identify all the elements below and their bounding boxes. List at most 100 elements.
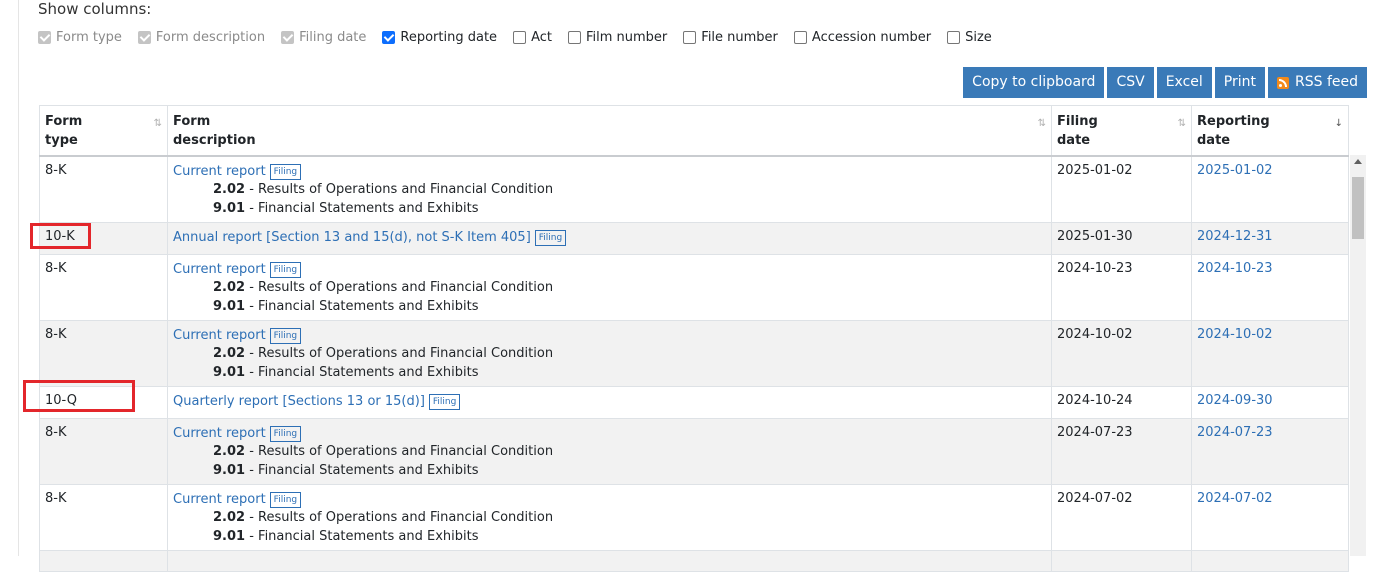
- filing-badge-link[interactable]: Filing: [269, 492, 302, 508]
- sort-icon: ⇅: [1177, 118, 1186, 129]
- toggle-label[interactable]: Reporting date: [400, 30, 497, 45]
- checkbox[interactable]: [947, 31, 961, 44]
- form-description-link[interactable]: Current report: [173, 328, 266, 343]
- rss-feed-button[interactable]: RSS feed: [1268, 67, 1367, 98]
- table-row: 8-K Current report Filing 2.02 - Results …: [39, 255, 1349, 321]
- header-text: Reporting: [1197, 114, 1270, 129]
- form-description-link[interactable]: Current report: [173, 492, 266, 507]
- reporting-date-link[interactable]: 2024-07-23: [1197, 425, 1273, 440]
- table-row-partial: [39, 551, 1349, 572]
- item-line: 2.02 - Results of Operations and Financi…: [173, 278, 1046, 297]
- filing-badge-link[interactable]: Filing: [534, 230, 567, 246]
- form-description-link[interactable]: Quarterly report [Sections 13 or 15(d)]: [173, 394, 425, 409]
- header-text: Form: [45, 114, 83, 129]
- cell-form-description: Current report Filing 2.02 - Results of O…: [167, 255, 1051, 320]
- filing-badge-link[interactable]: Filing: [269, 164, 302, 180]
- sort-desc-icon: ↓: [1334, 118, 1343, 129]
- show-columns-title: Show columns:: [38, 0, 152, 18]
- form-description-link[interactable]: Current report: [173, 164, 266, 179]
- scroll-up-icon[interactable]: [1354, 159, 1362, 164]
- copy-to-clipboard-button[interactable]: Copy to clipboard: [963, 67, 1105, 98]
- cell-filing-date: 2024-10-23: [1051, 255, 1191, 320]
- item-code: 2.02: [213, 510, 246, 525]
- checkbox[interactable]: [683, 31, 697, 44]
- cell-form-description: [167, 551, 1051, 571]
- toggle-reporting-date[interactable]: Reporting date: [382, 30, 497, 45]
- item-text: - Results of Operations and Financial Co…: [245, 280, 554, 295]
- item-code: 9.01: [213, 201, 246, 216]
- table-header: Form type ⇅ Form description ⇅ Filing date ⇅ R…: [39, 105, 1349, 157]
- filing-badge-link[interactable]: Filing: [269, 262, 302, 278]
- toggle-label[interactable]: Accession number: [812, 30, 931, 45]
- cell-form-description: Quarterly report [Sections 13 or 15(d)] F…: [167, 387, 1051, 418]
- toggle-label[interactable]: Film number: [586, 30, 667, 45]
- toggle-file-number[interactable]: File number: [683, 30, 778, 45]
- scrollbar-thumb[interactable]: [1352, 177, 1364, 239]
- cell-filing-date: 2024-10-02: [1051, 321, 1191, 386]
- item-text: - Results of Operations and Financial Co…: [245, 346, 554, 361]
- reporting-date-link[interactable]: 2024-12-31: [1197, 229, 1273, 244]
- excel-button[interactable]: Excel: [1156, 67, 1212, 98]
- toggle-accession-number[interactable]: Accession number: [793, 30, 931, 45]
- filings-table: Form type ⇅ Form description ⇅ Filing date ⇅ R…: [39, 105, 1349, 572]
- item-line: 9.01 - Financial Statements and Exhibits: [173, 461, 1046, 480]
- table-row: 10-Q Quarterly report [Sections 13 or 15…: [39, 387, 1349, 419]
- print-button[interactable]: Print: [1214, 67, 1265, 98]
- vertical-scrollbar[interactable]: [1350, 155, 1366, 556]
- form-description-link[interactable]: Current report: [173, 262, 266, 277]
- item-text: - Financial Statements and Exhibits: [245, 299, 479, 314]
- sort-icon: ⇅: [1037, 118, 1046, 129]
- cell-form-description: Current report Filing 2.02 - Results of O…: [167, 157, 1051, 222]
- form-description-link[interactable]: Annual report [Section 13 and 15(d), not…: [173, 230, 531, 245]
- reporting-date-link[interactable]: 2025-01-02: [1197, 163, 1273, 178]
- export-toolbar: Copy to clipboard CSV Excel Print RSS fe…: [960, 67, 1367, 98]
- filing-badge-link[interactable]: Filing: [428, 394, 461, 410]
- filing-badge-link[interactable]: Filing: [269, 328, 302, 344]
- toggle-act[interactable]: Act: [513, 30, 552, 45]
- item-code: 2.02: [213, 182, 246, 197]
- toggle-label[interactable]: Size: [965, 30, 992, 45]
- cell-filing-date: 2024-07-02: [1051, 485, 1191, 550]
- cell-reporting-date: 2024-09-30: [1191, 387, 1349, 418]
- item-text: - Results of Operations and Financial Co…: [245, 444, 554, 459]
- cell-filing-date: [1051, 551, 1191, 571]
- toggle-filing-date: Filing date: [281, 30, 366, 45]
- item-line: 2.02 - Results of Operations and Financi…: [173, 442, 1046, 461]
- reporting-date-link[interactable]: 2024-10-02: [1197, 327, 1273, 342]
- toggle-label[interactable]: File number: [701, 30, 778, 45]
- csv-button[interactable]: CSV: [1107, 67, 1154, 98]
- cell-form-description: Annual report [Section 13 and 15(d), not…: [167, 223, 1051, 254]
- toggle-size[interactable]: Size: [947, 30, 992, 45]
- item-line: 9.01 - Financial Statements and Exhibits: [173, 527, 1046, 546]
- reporting-date-link[interactable]: 2024-09-30: [1197, 393, 1273, 408]
- item-text: - Financial Statements and Exhibits: [245, 201, 479, 216]
- checkbox[interactable]: [567, 31, 581, 44]
- reporting-date-link[interactable]: 2024-07-02: [1197, 491, 1273, 506]
- cell-filing-date: 2025-01-30: [1051, 223, 1191, 254]
- column-toggles: Form type Form description Filing date R…: [38, 30, 1008, 45]
- item-line: 9.01 - Financial Statements and Exhibits: [173, 199, 1046, 218]
- toggle-film-number[interactable]: Film number: [567, 30, 667, 45]
- header-form-description[interactable]: Form description ⇅: [167, 106, 1051, 155]
- item-text: - Results of Operations and Financial Co…: [245, 510, 554, 525]
- item-line: 2.02 - Results of Operations and Financi…: [173, 344, 1046, 363]
- cell-form-description: Current report Filing 2.02 - Results of O…: [167, 321, 1051, 386]
- checkbox: [38, 31, 51, 44]
- reporting-date-link[interactable]: 2024-10-23: [1197, 261, 1273, 276]
- cell-form-type: [39, 551, 167, 571]
- highlight-box-10q: [23, 380, 135, 412]
- checkbox: [137, 31, 151, 44]
- checkbox[interactable]: [793, 31, 807, 44]
- filing-badge-link[interactable]: Filing: [269, 426, 302, 442]
- toggle-label: Form type: [56, 30, 122, 45]
- header-filing-date[interactable]: Filing date ⇅: [1051, 106, 1191, 155]
- checkbox[interactable]: [382, 31, 396, 44]
- toggle-label: Filing date: [299, 30, 367, 45]
- cell-form-type: 8-K: [39, 419, 167, 484]
- header-form-type[interactable]: Form type ⇅: [39, 106, 167, 155]
- checkbox: [281, 31, 295, 44]
- header-reporting-date[interactable]: Reporting date ↓: [1191, 106, 1349, 155]
- form-description-link[interactable]: Current report: [173, 426, 266, 441]
- checkbox[interactable]: [513, 31, 527, 44]
- toggle-label[interactable]: Act: [531, 30, 552, 45]
